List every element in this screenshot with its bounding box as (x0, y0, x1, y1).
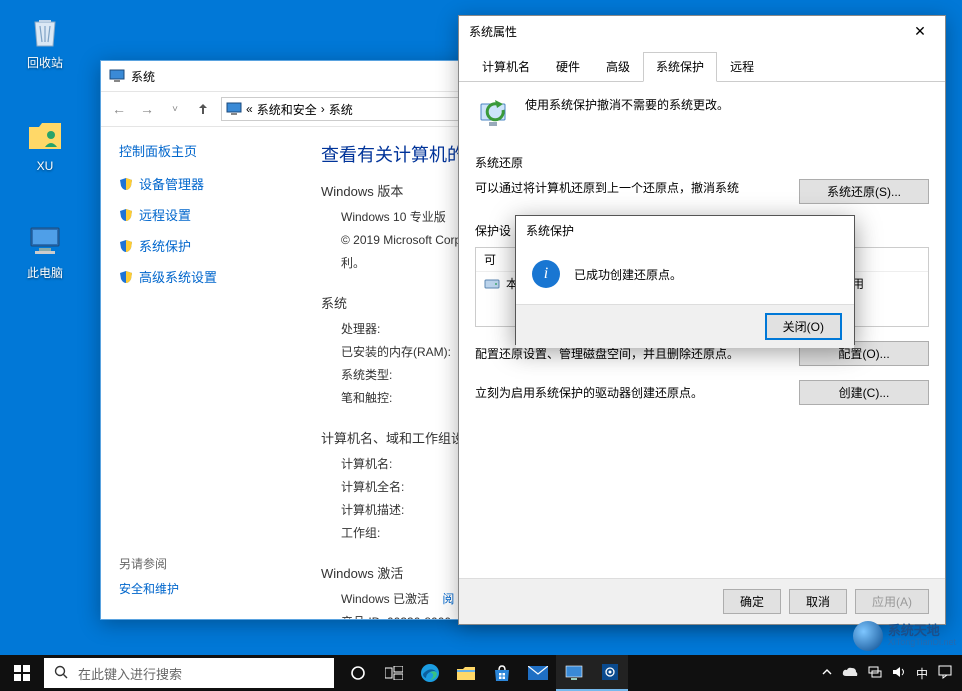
desktop-icon-label: 此电脑 (10, 264, 80, 281)
recycle-bin-icon (25, 10, 65, 50)
breadcrumb-segment[interactable]: 系统和安全 (257, 101, 317, 118)
apply-button: 应用(A) (855, 589, 929, 614)
window-title: 系统 (131, 68, 155, 85)
msgbox-title[interactable]: 系统保护 (516, 216, 854, 244)
monitor-icon (226, 101, 242, 117)
breadcrumb-sep: › (321, 102, 325, 116)
system-protection-link[interactable]: 系统保护 (119, 236, 283, 255)
search-icon (54, 665, 68, 682)
tray-network-icon[interactable] (868, 665, 882, 682)
ok-button[interactable]: 确定 (723, 589, 781, 614)
tray-volume-icon[interactable] (892, 665, 906, 682)
globe-icon (853, 621, 883, 651)
activation-status: Windows 已激活 (341, 592, 429, 606)
tray-chevron-up-icon[interactable] (822, 666, 832, 680)
search-placeholder: 在此键入进行搜索 (78, 664, 182, 683)
edge-taskbar-icon[interactable] (412, 655, 448, 691)
intro-text: 使用系统保护撤消不需要的系统更改。 (525, 96, 729, 136)
shield-icon (119, 208, 133, 222)
create-description: 立刻为启用系统保护的驱动器创建还原点。 (475, 384, 779, 401)
watermark-cn: 系统天地 (888, 624, 956, 638)
tab-hardware[interactable]: 硬件 (543, 52, 593, 81)
cortana-button[interactable] (340, 655, 376, 691)
sidebar: 控制面板主页 设备管理器 远程设置 系统保护 高级系统设置 另请参阅 安全和维护 (101, 127, 301, 619)
system-restore-button[interactable]: 系统还原(S)... (799, 179, 929, 204)
desktop-icon-label: XU (10, 159, 80, 173)
device-manager-link[interactable]: 设备管理器 (119, 174, 283, 193)
store-taskbar-icon[interactable] (484, 655, 520, 691)
ime-indicator[interactable]: 中 (916, 665, 928, 682)
taskbar-search[interactable]: 在此键入进行搜索 (44, 658, 334, 688)
side-link-label: 远程设置 (139, 205, 191, 224)
drive-icon (484, 276, 500, 292)
tab-strip: 计算机名 硬件 高级 系统保护 远程 (459, 46, 945, 82)
watermark: 系统天地 XiTongTianDi.net (853, 621, 956, 651)
nav-recent-dropdown[interactable]: ˅ (165, 99, 185, 119)
info-icon: i (532, 260, 560, 288)
security-maintenance-link[interactable]: 安全和维护 (119, 582, 179, 596)
breadcrumb-segment[interactable]: 系统 (329, 101, 353, 118)
tab-advanced[interactable]: 高级 (593, 52, 643, 81)
desktop-icon-recycle-bin[interactable]: 回收站 (10, 10, 80, 71)
watermark-en: XiTongTianDi.net (888, 638, 956, 648)
start-button[interactable] (0, 655, 44, 691)
action-center-icon[interactable] (938, 665, 952, 682)
tab-remote[interactable]: 远程 (717, 52, 767, 81)
shield-icon (119, 177, 133, 191)
tab-system-protection[interactable]: 系统保护 (643, 52, 717, 82)
breadcrumb-prefix: « (246, 102, 253, 116)
related-header: 另请参阅 (119, 555, 179, 572)
nav-forward-button[interactable]: → (137, 99, 157, 119)
nav-up-button[interactable] (193, 99, 213, 119)
msgbox-body: i 已成功创建还原点。 (516, 244, 854, 304)
side-link-label: 系统保护 (139, 236, 191, 255)
related-links: 另请参阅 安全和维护 (119, 555, 179, 597)
tab-computer-name[interactable]: 计算机名 (469, 52, 543, 81)
read-terms-link[interactable]: 阅 (442, 592, 454, 606)
dialog-title: 系统属性 (469, 23, 517, 40)
folder-icon (25, 115, 65, 155)
monitor-icon (109, 68, 125, 84)
side-link-label: 高级系统设置 (139, 267, 217, 286)
intro-row: 使用系统保护撤消不需要的系统更改。 (475, 96, 929, 136)
settings-taskbar-icon[interactable] (592, 655, 628, 691)
close-button[interactable]: ✕ (905, 23, 935, 40)
task-view-button[interactable] (376, 655, 412, 691)
dialog-button-row: 确定 取消 应用(A) (459, 578, 945, 624)
cancel-button[interactable]: 取消 (789, 589, 847, 614)
desktop-icon-user-folder[interactable]: XU (10, 115, 80, 173)
shield-icon (119, 270, 133, 284)
advanced-settings-link[interactable]: 高级系统设置 (119, 267, 283, 286)
msgbox-buttons: 关闭(O) (516, 304, 854, 348)
shield-icon (119, 239, 133, 253)
control-panel-home-link[interactable]: 控制面板主页 (119, 141, 283, 160)
windows-logo-icon (14, 665, 30, 681)
group-system-restore-label: 系统还原 (475, 154, 929, 171)
tray-onedrive-icon[interactable] (842, 666, 858, 681)
this-pc-icon (25, 220, 65, 260)
mail-taskbar-icon[interactable] (520, 655, 556, 691)
nav-back-button[interactable]: ← (109, 99, 129, 119)
explorer-taskbar-icon[interactable] (448, 655, 484, 691)
success-message-box: 系统保护 i 已成功创建还原点。 关闭(O) (515, 215, 855, 345)
desktop-icon-label: 回收站 (10, 54, 80, 71)
system-tray: 中 (812, 665, 962, 682)
restore-description: 可以通过将计算机还原到上一个还原点，撤消系统 (475, 179, 787, 197)
remote-settings-link[interactable]: 远程设置 (119, 205, 283, 224)
msgbox-close-button[interactable]: 关闭(O) (765, 313, 842, 340)
create-button[interactable]: 创建(C)... (799, 380, 929, 405)
restore-icon (475, 96, 515, 136)
desktop-icon-this-pc[interactable]: 此电脑 (10, 220, 80, 281)
control-panel-taskbar-icon[interactable] (556, 655, 592, 691)
taskbar: 在此键入进行搜索 中 (0, 655, 962, 691)
dialog-titlebar[interactable]: 系统属性 ✕ (459, 16, 945, 46)
side-link-label: 设备管理器 (139, 174, 204, 193)
msgbox-message: 已成功创建还原点。 (574, 266, 682, 283)
